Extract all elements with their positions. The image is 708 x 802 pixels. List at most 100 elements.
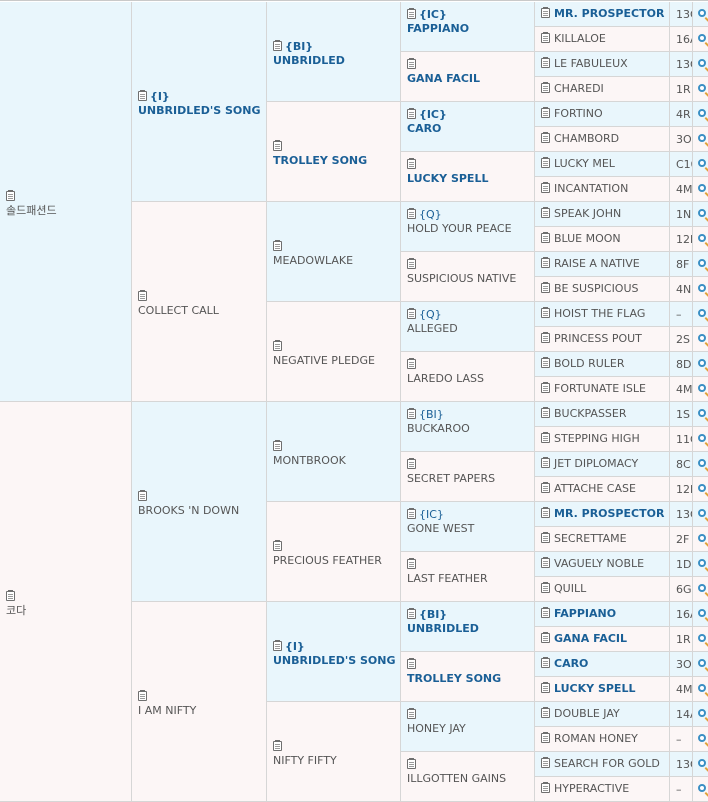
clipboard-icon[interactable] [541,157,550,168]
horse-name[interactable]: UNBRIDLED [407,622,479,636]
horse-name[interactable]: SECRET PAPERS [407,472,495,486]
clipboard-icon[interactable] [407,358,416,369]
clipboard-icon[interactable] [541,32,550,43]
clipboard-icon[interactable] [407,58,416,69]
clipboard-icon[interactable] [541,582,550,593]
clipboard-icon[interactable] [407,558,416,569]
horse-name[interactable]: SEARCH FOR GOLD [554,757,660,770]
horse-name[interactable]: UNBRIDLED [273,54,345,68]
magnifier-icon[interactable] [698,159,706,167]
horse-name[interactable]: 솔드패션드 [6,204,57,218]
horse-name[interactable]: HYPERACTIVE [554,782,629,795]
horse-name[interactable]: BROOKS 'N DOWN [138,504,239,518]
magnifier-icon[interactable] [698,259,706,267]
horse-name[interactable]: MONTBROOK [273,454,346,468]
clipboard-icon[interactable] [541,607,550,618]
magnifier-icon[interactable] [698,109,706,117]
clipboard-icon[interactable] [138,690,147,701]
horse-name[interactable]: SUSPICIOUS NATIVE [407,272,516,286]
horse-name[interactable]: LUCKY SPELL [554,682,635,695]
clipboard-icon[interactable] [541,457,550,468]
horse-name[interactable]: ILLGOTTEN GAINS [407,772,506,786]
clipboard-icon[interactable] [541,232,550,243]
horse-name[interactable]: MR. PROSPECTOR [554,507,664,520]
clipboard-icon[interactable] [541,382,550,393]
clipboard-icon[interactable] [407,458,416,469]
clipboard-icon[interactable] [138,90,147,101]
magnifier-icon[interactable] [698,584,706,592]
clipboard-icon[interactable] [541,357,550,368]
clipboard-icon[interactable] [541,782,550,793]
horse-name[interactable]: STEPPING HIGH [554,432,640,445]
horse-name[interactable]: UNBRIDLED'S SONG [138,104,261,118]
magnifier-icon[interactable] [698,84,706,92]
horse-name[interactable]: COLLECT CALL [138,304,219,318]
clipboard-icon[interactable] [541,207,550,218]
clipboard-icon[interactable] [407,308,416,319]
magnifier-icon[interactable] [698,659,706,667]
horse-name[interactable]: FAPPIANO [554,607,616,620]
clipboard-icon[interactable] [273,140,282,151]
clipboard-icon[interactable] [407,408,416,419]
clipboard-icon[interactable] [407,158,416,169]
magnifier-icon[interactable] [698,559,706,567]
horse-name[interactable]: LUCKY MEL [554,157,615,170]
horse-name[interactable]: TROLLEY SONG [273,154,367,168]
horse-name[interactable]: MR. PROSPECTOR [554,7,664,20]
clipboard-icon[interactable] [541,82,550,93]
clipboard-icon[interactable] [6,590,15,601]
clipboard-icon[interactable] [407,608,416,619]
clipboard-icon[interactable] [407,208,416,219]
magnifier-icon[interactable] [698,484,706,492]
clipboard-icon[interactable] [541,707,550,718]
magnifier-icon[interactable] [698,209,706,217]
horse-name[interactable]: SECRETTAME [554,532,627,545]
horse-name[interactable]: TROLLEY SONG [407,672,501,686]
horse-name[interactable]: CARO [554,657,588,670]
clipboard-icon[interactable] [407,8,416,19]
magnifier-icon[interactable] [698,184,706,192]
clipboard-icon[interactable] [541,332,550,343]
clipboard-icon[interactable] [407,758,416,769]
clipboard-icon[interactable] [541,7,550,18]
clipboard-icon[interactable] [541,107,550,118]
clipboard-icon[interactable] [541,257,550,268]
horse-name[interactable]: JET DIPLOMACY [554,457,638,470]
clipboard-icon[interactable] [273,740,282,751]
clipboard-icon[interactable] [273,40,282,51]
magnifier-icon[interactable] [698,784,706,792]
horse-name[interactable]: HOIST THE FLAG [554,307,645,320]
clipboard-icon[interactable] [138,290,147,301]
magnifier-icon[interactable] [698,684,706,692]
clipboard-icon[interactable] [407,658,416,669]
horse-name[interactable]: ROMAN HONEY [554,732,638,745]
clipboard-icon[interactable] [541,507,550,518]
clipboard-icon[interactable] [273,640,282,651]
horse-name[interactable]: CHAREDI [554,82,604,95]
horse-name[interactable]: FORTUNATE ISLE [554,382,646,395]
clipboard-icon[interactable] [541,682,550,693]
clipboard-icon[interactable] [6,190,15,201]
magnifier-icon[interactable] [698,34,706,42]
magnifier-icon[interactable] [698,759,706,767]
horse-name[interactable]: BE SUSPICIOUS [554,282,639,295]
horse-name[interactable]: DOUBLE JAY [554,707,620,720]
clipboard-icon[interactable] [273,240,282,251]
horse-name[interactable]: INCANTATION [554,182,628,195]
magnifier-icon[interactable] [698,334,706,342]
clipboard-icon[interactable] [407,108,416,119]
horse-name[interactable]: SPEAK JOHN [554,207,621,220]
horse-name[interactable]: BUCKPASSER [554,407,627,420]
clipboard-icon[interactable] [138,490,147,501]
horse-name[interactable]: I AM NIFTY [138,704,196,718]
horse-name[interactable]: ALLEGED [407,322,458,336]
magnifier-icon[interactable] [698,434,706,442]
horse-name[interactable]: BLUE MOON [554,232,621,245]
horse-name[interactable]: HOLD YOUR PEACE [407,222,512,236]
clipboard-icon[interactable] [273,540,282,551]
horse-name[interactable]: ATTACHE CASE [554,482,636,495]
magnifier-icon[interactable] [698,409,706,417]
magnifier-icon[interactable] [698,534,706,542]
magnifier-icon[interactable] [698,234,706,242]
clipboard-icon[interactable] [541,407,550,418]
